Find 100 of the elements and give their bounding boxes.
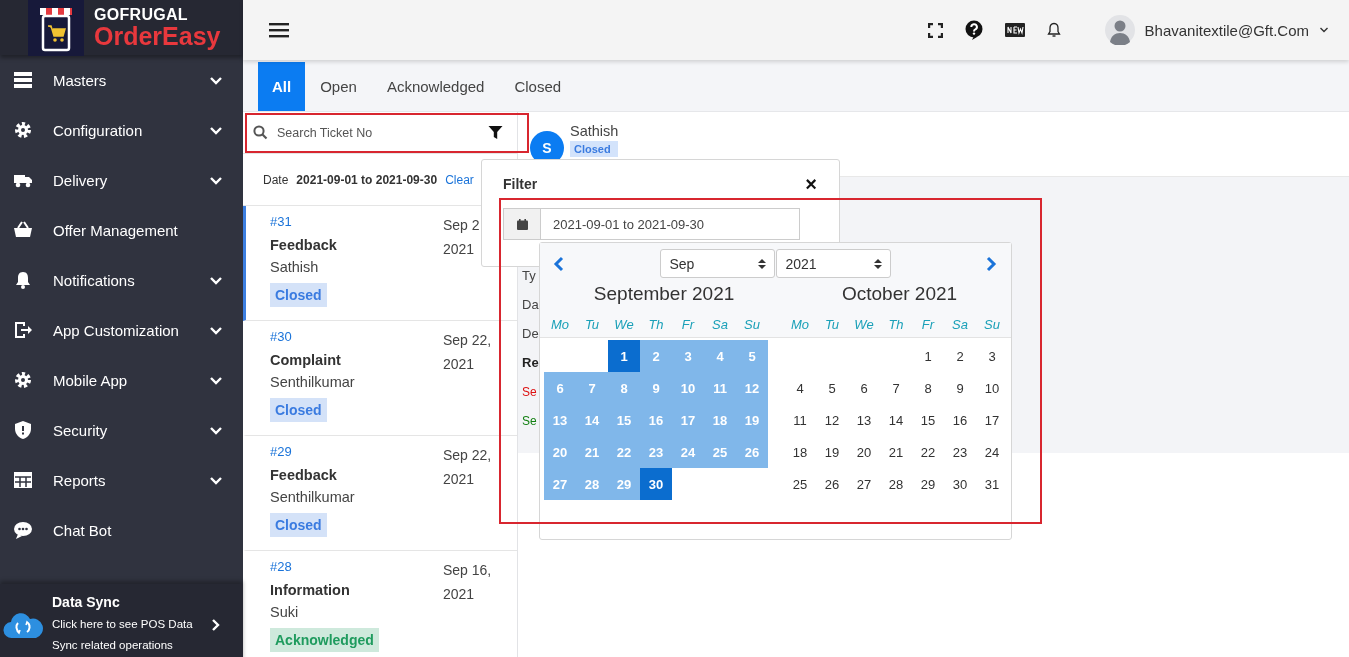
calendar-day[interactable]: 27 [848, 468, 880, 500]
calendar-day[interactable]: 9 [944, 372, 976, 404]
ticket-year: 2021 [443, 585, 476, 604]
status-badge: Closed [270, 398, 327, 422]
month-title: September 2021 [593, 283, 735, 305]
weekday-label: Mo [549, 315, 571, 334]
calendar-day[interactable]: 2 [944, 340, 976, 372]
calendar-day[interactable]: 28 [880, 468, 912, 500]
fullscreen-icon[interactable] [927, 22, 943, 38]
ticket-year: 2021 [443, 240, 476, 259]
calendar-day[interactable]: 15 [912, 404, 944, 436]
ticket-date: Sep 22, [443, 331, 491, 350]
sidebar-item[interactable]: Configuration [0, 105, 243, 155]
sidebar-item-label: Mobile App [53, 371, 129, 389]
calendar-day[interactable]: 16 [944, 404, 976, 436]
calendar-day[interactable]: 31 [976, 468, 1008, 500]
sidebar-item[interactable]: Security [0, 405, 243, 455]
calendar-day[interactable]: 4 [784, 372, 816, 404]
detail-field: Se [522, 383, 537, 401]
calendar-day[interactable]: 30 [944, 468, 976, 500]
calendar-icon [516, 218, 528, 230]
calendar-day[interactable]: 17 [976, 404, 1008, 436]
calendar-day[interactable]: 6 [848, 372, 880, 404]
bell-icon [13, 270, 33, 290]
data-sync-description: Click here to see POS Data Sync related operations [52, 617, 194, 653]
user-avatar-icon [1104, 15, 1135, 45]
customer-name: Sathish [270, 259, 319, 275]
user-menu[interactable]: Bhavanitextile@Gft.Com [1104, 15, 1329, 45]
sidebar-item[interactable]: Chat Bot [0, 505, 243, 555]
ticket-card[interactable]: #28 Information Suki Acknowledged Sep 16, 2021 [243, 551, 517, 657]
brand-name: GOFRUGAL [94, 6, 189, 23]
sidebar-item-label: Masters [53, 71, 108, 89]
weekday-label: Fr [680, 315, 696, 334]
calendar-day[interactable]: 23 [944, 436, 976, 468]
search-field[interactable]: Search Ticket No [277, 125, 457, 140]
calendar-day[interactable]: 22 [912, 436, 944, 468]
calendar-day[interactable]: 5 [816, 372, 848, 404]
sidebar-item[interactable]: Notifications [0, 255, 243, 305]
calendar-day[interactable]: 13 [848, 404, 880, 436]
year-select[interactable]: 2021 [775, 249, 891, 278]
calendar-day[interactable]: 21 [880, 436, 912, 468]
calendar-day[interactable]: 20 [848, 436, 880, 468]
new-badge-icon[interactable] [1004, 23, 1025, 37]
filter-tab[interactable]: Closed [499, 62, 577, 111]
ticket-type: Feedback [270, 467, 337, 483]
calendar-day[interactable]: 1 [608, 340, 640, 372]
sidebar-item[interactable]: Reports [0, 455, 243, 505]
sidebar-item[interactable]: App Customization [0, 305, 243, 355]
date-range-field[interactable]: 2021-09-01 to 2021-09-30 [503, 208, 800, 240]
calendar-day[interactable]: 3 [976, 340, 1008, 372]
calendar-day[interactable]: 10 [976, 372, 1008, 404]
weekday-label: Su [743, 315, 761, 334]
ticket-type: Complaint [270, 352, 341, 368]
month-select[interactable]: Sep [659, 249, 775, 278]
customer-name: Senthilkumar [270, 489, 355, 505]
calendar-day[interactable]: 24 [976, 436, 1008, 468]
close-button[interactable]: × [805, 172, 817, 196]
help-icon[interactable] [964, 20, 983, 40]
calendar-day[interactable]: 18 [784, 436, 816, 468]
status-badge: Closed [270, 513, 327, 537]
chevron-left-icon[interactable] [553, 255, 565, 272]
sidebar-item-label: Chat Bot [53, 521, 113, 539]
calendar-day[interactable]: 11 [784, 404, 816, 436]
calendar-day[interactable]: 1 [912, 340, 944, 372]
chevron-right-icon[interactable] [985, 255, 997, 272]
calendar-day[interactable]: 30 [640, 468, 672, 500]
calendar-day[interactable]: 26 [816, 468, 848, 500]
menu-icon[interactable] [269, 22, 289, 38]
weekday-label: Su [983, 315, 1001, 334]
calendar-day[interactable]: 14 [880, 404, 912, 436]
calendar-day[interactable]: 12 [816, 404, 848, 436]
weekday-label: Fr [920, 315, 936, 334]
date-range: 2021-09-01 to 2021-09-30 [296, 172, 438, 187]
bell-icon[interactable] [1046, 22, 1061, 38]
table-icon [13, 470, 33, 490]
sidebar-item[interactable]: Offer Management [0, 205, 243, 255]
customer-name: Senthilkumar [270, 374, 355, 390]
sidebar-item-label: Notifications [53, 271, 136, 289]
filter-tab[interactable]: Open [305, 62, 372, 111]
ticket-type: Information [270, 582, 350, 598]
calendar-day[interactable]: 19 [816, 436, 848, 468]
sidebar-item-label: App Customization [53, 321, 180, 339]
filter-icon[interactable] [488, 125, 503, 140]
sidebar-item-label: Reports [53, 471, 107, 489]
weekday-label: Sa [711, 315, 729, 334]
filter-tab[interactable]: All [258, 62, 306, 111]
data-sync-panel[interactable]: Data Sync Click here to see POS Data Sync related operations [0, 584, 243, 657]
weekday-label: We [853, 315, 875, 334]
sidebar-item[interactable]: Mobile App [0, 355, 243, 405]
sidebar-item[interactable]: Masters [0, 55, 243, 105]
detail-field: Ty [522, 267, 536, 285]
calendar-day[interactable]: 8 [912, 372, 944, 404]
calendar-day[interactable]: 25 [784, 468, 816, 500]
sidebar-item[interactable]: Delivery [0, 155, 243, 205]
clear-link[interactable]: Clear [445, 172, 474, 187]
ticket-date: Sep 16, [443, 561, 491, 580]
calendar-day[interactable]: 29 [912, 468, 944, 500]
calendar-day[interactable]: 7 [880, 372, 912, 404]
filter-tab[interactable]: Acknowledged [371, 62, 500, 111]
weekday-label: Th [647, 315, 665, 334]
